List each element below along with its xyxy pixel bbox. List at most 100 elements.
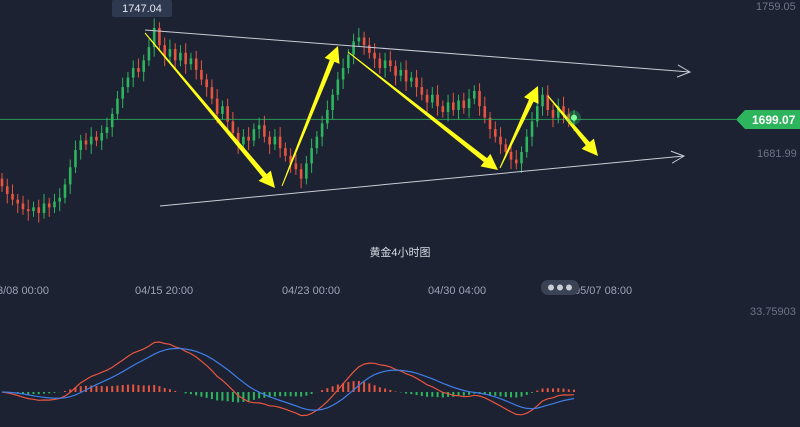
candle-body: [326, 110, 329, 124]
candle-body: [541, 94, 544, 107]
candle-body: [89, 136, 93, 145]
candle-body: [420, 87, 424, 95]
candle-body: [341, 68, 345, 80]
macd-dif-line: [1, 341, 575, 417]
time-tick-1: 04/15 20:00: [135, 285, 193, 297]
time-tick-0: 3/08 00:00: [0, 285, 49, 297]
candle-body: [173, 48, 177, 61]
candle-body: [478, 90, 481, 107]
high-price-label: 1747.04: [122, 3, 162, 15]
candle-body: [26, 209, 30, 212]
candle-body: [95, 136, 98, 141]
candlestick-series: [0, 18, 576, 223]
yellow-arrow-1: [144, 32, 275, 188]
candle-body: [404, 69, 408, 82]
candle-body: [415, 77, 418, 88]
candle-body: [63, 184, 67, 198]
candle-body: [257, 125, 261, 130]
yellow-arrow-3: [347, 51, 498, 170]
candle-body: [551, 110, 555, 118]
candle-body: [252, 129, 256, 141]
candle-body: [242, 136, 245, 145]
candle-body: [530, 121, 534, 137]
candle-body: [105, 127, 109, 133]
candle-body: [347, 54, 350, 69]
macd-dea-line: [1, 347, 575, 411]
candle-body: [0, 178, 4, 187]
macd-indicator: [1, 341, 575, 417]
candle-body: [263, 125, 266, 137]
current-price-tag: 1699.07: [736, 110, 800, 129]
candle-body: [42, 203, 46, 214]
candle-body: [383, 60, 387, 69]
candle-body: [378, 58, 382, 69]
candle-body: [11, 193, 14, 200]
candle-body: [399, 69, 403, 76]
candle-body: [210, 87, 214, 99]
candle-body: [284, 148, 287, 156]
candle-body: [189, 58, 193, 65]
candle-body: [294, 163, 298, 170]
trendline-lower: [159, 155, 685, 207]
candle-body: [310, 148, 313, 164]
trendline-upper: [144, 29, 691, 73]
candle-body: [200, 69, 203, 80]
candle-body: [362, 37, 366, 46]
candle-body: [79, 140, 83, 151]
candle-body: [352, 41, 355, 55]
scroll-handle[interactable]: [541, 280, 579, 295]
candle-body: [32, 207, 35, 212]
candle-body: [472, 90, 476, 99]
candle-body: [278, 136, 282, 149]
candle-body: [21, 203, 25, 210]
current-price-label: 1699.07: [752, 113, 796, 127]
candle-body: [268, 136, 271, 145]
candle-body: [499, 136, 502, 145]
candle-body: [467, 98, 471, 109]
candle-body: [147, 47, 151, 61]
candle-body: [394, 66, 397, 76]
candle-body: [247, 136, 250, 141]
candle-body: [457, 100, 460, 111]
candle-body: [483, 106, 487, 118]
candle-body: [273, 136, 277, 145]
candle-body: [110, 113, 114, 128]
candle-body: [194, 58, 198, 70]
candle-body: [509, 151, 513, 160]
candle-body: [205, 79, 208, 88]
candle-body: [431, 94, 434, 103]
candle-body: [462, 100, 466, 109]
candle-body: [315, 136, 319, 149]
candle-body: [126, 77, 130, 88]
candle-body: [100, 132, 104, 141]
time-tick-2: 04/23 00:00: [282, 285, 340, 297]
candle-body: [5, 186, 9, 194]
macd-value-label: 33.75903: [750, 306, 796, 318]
candle-body: [525, 136, 529, 152]
candle-body: [53, 201, 56, 208]
candle-body: [58, 197, 62, 202]
candle-body: [231, 121, 235, 133]
candle-body: [357, 37, 361, 42]
candle-body: [336, 79, 340, 95]
yellow-arrow-2: [281, 46, 340, 187]
candle-body: [441, 106, 445, 112]
chart-title: 黄金4小时图: [369, 245, 430, 259]
candle-body: [504, 144, 508, 152]
time-tick-3: 04/30 04:00: [428, 285, 486, 297]
candle-body: [121, 87, 124, 99]
price-tick-top: 1759.05: [756, 1, 796, 13]
candle-body: [142, 60, 145, 72]
candle-body: [184, 52, 187, 65]
yellow-arrow-5: [547, 95, 598, 156]
chart-canvas: 1747.04 1759.05 1681.99 1699.07 黄金4小时图 3…: [0, 0, 800, 417]
candle-body: [299, 169, 303, 179]
candle-body: [305, 163, 308, 179]
candle-body: [520, 151, 523, 164]
price-tick-lower: 1681.99: [757, 148, 797, 160]
candle-body: [116, 98, 119, 114]
candle-body: [368, 45, 371, 53]
candle-body: [37, 207, 41, 214]
candle-body: [425, 94, 429, 103]
candle-body: [320, 123, 324, 137]
